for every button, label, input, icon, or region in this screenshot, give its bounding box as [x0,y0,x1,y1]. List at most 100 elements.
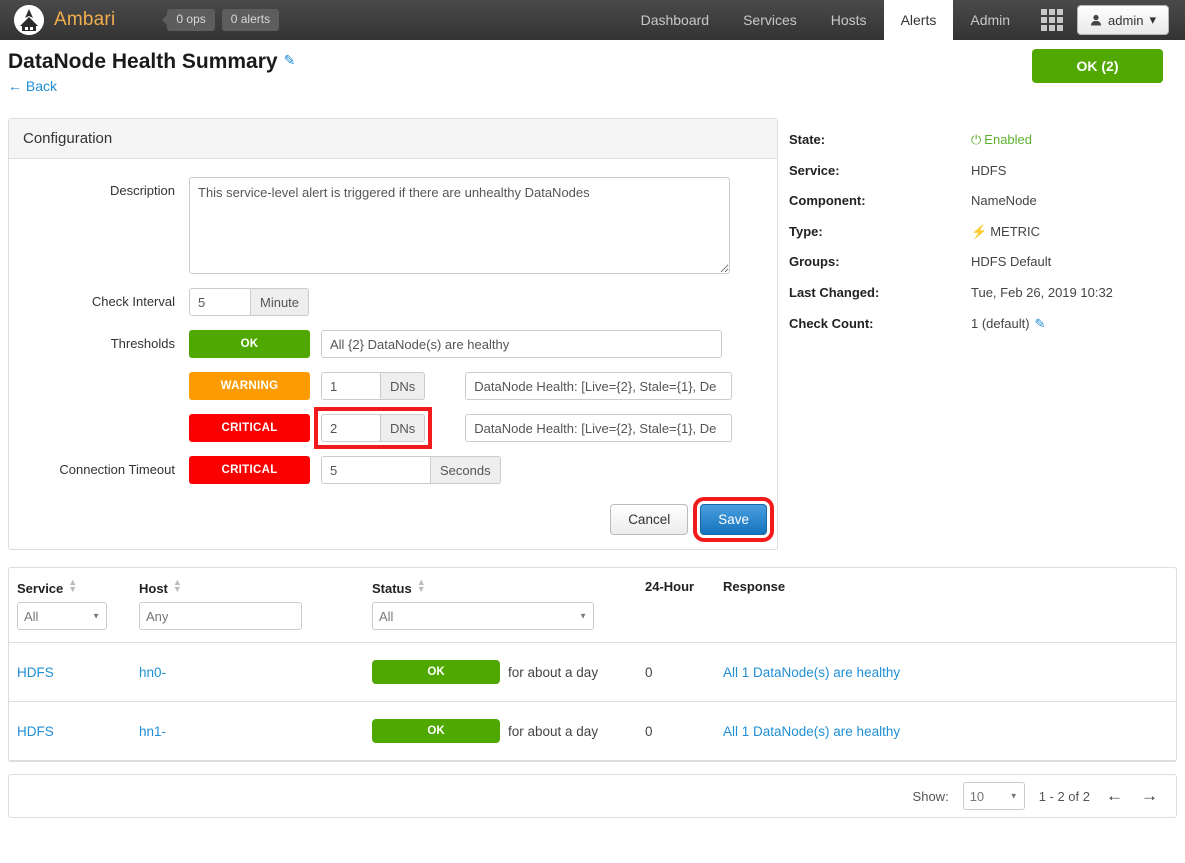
alert-details-column: State: ⏻Enabled Service: HDFS Component:… [778,118,1168,550]
connection-timeout-unit: Seconds [431,456,501,484]
table-body: HDFS hn0- OK for about a day 0 All 1 Dat… [9,643,1176,761]
main-content: Configuration Description Check Interval [0,118,1185,550]
nav-item-admin[interactable]: Admin [953,0,1027,40]
detail-type-value: ⚡METRIC [971,224,1040,240]
detail-last-changed-value: Tue, Feb 26, 2019 10:32 [971,285,1113,301]
host-filter-input[interactable] [139,602,302,630]
threshold-row-ok: OK [189,330,732,358]
threshold-severity-ok[interactable]: OK [189,330,310,358]
connection-timeout-input[interactable] [321,456,431,484]
threshold-message-warning[interactable] [465,372,732,400]
cell-24hour: 0 [637,643,715,702]
cell-24hour: 0 [637,702,715,761]
detail-service-key: Service: [789,163,971,179]
user-menu-button[interactable]: admin ▾ [1077,5,1169,35]
cell-service: HDFS [9,702,131,761]
detail-check-count-text: 1 (default) [971,316,1030,331]
previous-page-icon[interactable]: ← [1104,786,1125,806]
configuration-panel-header: Configuration [9,119,777,159]
navbar-badges: 0 ops 0 alerts [167,9,279,30]
connection-timeout-input-group: Seconds [321,456,501,484]
check-interval-unit: Minute [251,288,309,316]
save-button[interactable]: Save [700,504,767,535]
column-header-response: Response [715,568,1176,602]
back-link[interactable]: ← Back [8,78,1171,94]
page-header: DataNode Health Summary ✎ ← Back OK (2) [0,40,1185,118]
check-interval-row: Check Interval Minute [23,288,763,316]
pagination-range: 1 - 2 of 2 [1039,789,1090,804]
detail-last-changed-key: Last Changed: [789,285,971,301]
detail-last-changed: Last Changed: Tue, Feb 26, 2019 10:32 [789,285,1168,301]
page-size-select[interactable]: 10 [963,782,1025,810]
edit-check-count-pencil-icon[interactable]: ✎ [1035,316,1046,331]
cancel-button[interactable]: Cancel [610,504,688,535]
column-header-host[interactable]: Host▲▼ [131,568,364,602]
bolt-icon: ⚡ [971,224,987,239]
ops-badge[interactable]: 0 ops [167,9,214,30]
column-header-status[interactable]: Status▲▼ [364,568,637,602]
brand-name[interactable]: Ambari [54,9,115,31]
alert-instances-table: Service▲▼ Host▲▼ Status▲▼ 24-Hour Respon… [9,568,1176,761]
status-duration: for about a day [508,665,598,680]
connection-timeout-row: Connection Timeout CRITICAL Seconds [23,456,763,484]
page-title: DataNode Health Summary [8,50,278,74]
user-menu-label: admin [1108,13,1143,28]
chevron-down-icon: ▾ [1149,12,1156,28]
page-size-wrapper: 10 [963,782,1025,810]
alerts-badge[interactable]: 0 alerts [222,9,279,30]
sort-icon[interactable]: ▲▼ [173,579,181,593]
status-filter-select[interactable]: All [372,602,594,630]
detail-groups-key: Groups: [789,254,971,270]
nav-item-hosts[interactable]: Hosts [814,0,884,40]
threshold-message-ok[interactable] [321,330,722,358]
detail-component: Component: NameNode [789,193,1168,209]
nav-item-dashboard[interactable]: Dashboard [624,0,727,40]
detail-state-value: ⏻Enabled [971,132,1032,148]
threshold-message-critical[interactable] [465,414,732,442]
next-page-icon[interactable]: → [1139,786,1160,806]
host-link[interactable]: hn0- [139,665,166,680]
connection-timeout-control: CRITICAL Seconds [189,456,501,484]
sort-icon[interactable]: ▲▼ [68,579,76,593]
status-wrapper: OK for about a day [372,719,629,743]
check-interval-input[interactable] [189,288,251,316]
configuration-panel: Configuration Description Check Interval [8,118,778,550]
detail-type-key: Type: [789,224,971,240]
column-header-service[interactable]: Service ▲▼ [9,568,131,602]
table-header-row: Service▲▼ Host▲▼ Status▲▼ 24-Hour Respon… [9,568,1176,602]
detail-state-text: Enabled [984,132,1032,147]
status-badge: OK [372,660,500,684]
service-filter-select[interactable]: All [17,602,107,630]
description-control [189,177,730,274]
edit-title-pencil-icon[interactable]: ✎ [284,52,296,69]
service-link[interactable]: HDFS [17,665,54,680]
response-link[interactable]: All 1 DataNode(s) are healthy [723,665,900,680]
status-badge: OK [372,719,500,743]
column-header-service-label: Service [17,581,63,596]
threshold-value-warning[interactable] [321,372,381,400]
thresholds-control: OK WARNING DNs [189,330,732,456]
sort-icon[interactable]: ▲▼ [417,579,425,593]
app-grid-icon[interactable] [1027,0,1077,40]
connection-timeout-severity[interactable]: CRITICAL [189,456,310,484]
nav-item-alerts[interactable]: Alerts [884,0,954,40]
nav-item-services[interactable]: Services [726,0,814,40]
threshold-value-group-critical: DNs [321,414,425,442]
service-link[interactable]: HDFS [17,724,54,739]
response-link[interactable]: All 1 DataNode(s) are healthy [723,724,900,739]
connection-timeout-label: Connection Timeout [23,456,189,477]
detail-check-count: Check Count: 1 (default)✎ [789,316,1168,332]
threshold-unit-warning: DNs [381,372,425,400]
check-interval-control: Minute [189,288,309,316]
check-interval-input-group: Minute [189,288,309,316]
host-link[interactable]: hn1- [139,724,166,739]
cell-host: hn1- [131,702,364,761]
alert-status-badge[interactable]: OK (2) [1032,49,1163,83]
threshold-severity-warning[interactable]: WARNING [189,372,310,400]
threshold-row-critical: CRITICAL DNs [189,414,732,442]
table-row: HDFS hn0- OK for about a day 0 All 1 Dat… [9,643,1176,702]
description-textarea[interactable] [189,177,730,274]
threshold-value-critical[interactable] [321,414,381,442]
threshold-severity-critical[interactable]: CRITICAL [189,414,310,442]
top-navbar: Ambari 0 ops 0 alerts Dashboard Services… [0,0,1185,40]
